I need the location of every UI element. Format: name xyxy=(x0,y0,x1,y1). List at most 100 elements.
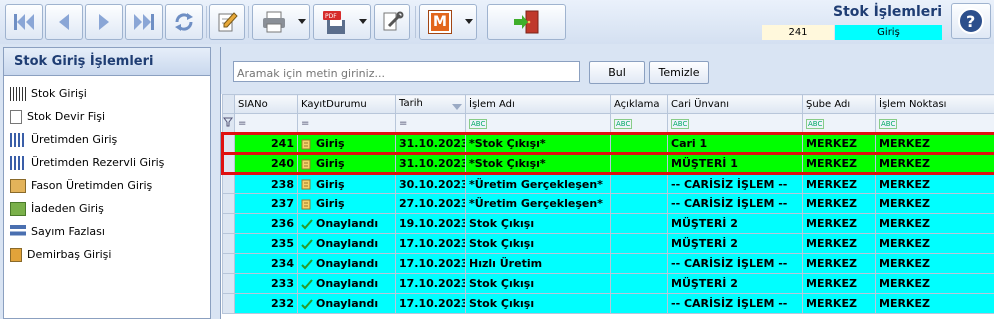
column-header-islem-noktasi[interactable]: İşlem Noktası xyxy=(875,94,994,114)
tools-button[interactable] xyxy=(374,4,410,40)
filter-cell-tarih[interactable]: = xyxy=(395,113,466,134)
table-row[interactable]: 238 Giriş 30.10.2023 *Üretim Gerçekleşen* --… xyxy=(222,173,994,194)
cell-aciklama[interactable] xyxy=(610,213,668,234)
cell-kayit-durumu[interactable]: Giriş xyxy=(297,193,396,214)
cell-tarih[interactable]: 17.10.2023 xyxy=(395,293,466,314)
row-indicator[interactable] xyxy=(222,173,235,194)
row-indicator[interactable] xyxy=(222,193,235,214)
cell-cari-unvani[interactable]: -- CARİSİZ İŞLEM -- xyxy=(667,293,803,314)
column-header-aciklama[interactable]: Açıklama xyxy=(610,94,668,114)
cell-aciklama[interactable] xyxy=(610,132,668,155)
column-header-cari-unvani[interactable]: Cari Ünvanı xyxy=(667,94,803,114)
pdf-save-button[interactable]: PDF xyxy=(313,4,371,40)
cell-islem-adi[interactable]: *Stok Çıkışı* xyxy=(465,132,611,155)
filter-cell-sia-no[interactable]: = xyxy=(234,113,298,134)
cell-sube-adi[interactable]: MERKEZ xyxy=(802,233,876,254)
find-button[interactable]: Bul xyxy=(589,61,645,84)
filter-icon[interactable] xyxy=(222,113,235,134)
table-row[interactable]: 237 Giriş 27.10.2023 *Üretim Gerçekleşen* --… xyxy=(222,193,994,214)
table-row[interactable]: 241 Giriş 31.10.2023 *Stok Çıkışı* Cari 1 MER… xyxy=(221,132,994,155)
cell-sia-no[interactable]: 241 xyxy=(234,132,298,155)
cell-islem-noktasi[interactable]: MERKEZ xyxy=(875,193,994,214)
cell-cari-unvani[interactable]: -- CARİSİZ İŞLEM -- xyxy=(667,253,803,274)
cell-tarih[interactable]: 17.10.2023 xyxy=(395,253,466,274)
row-indicator[interactable] xyxy=(221,152,235,175)
cell-islem-noktasi[interactable]: MERKEZ xyxy=(875,253,994,274)
help-button[interactable]: ? xyxy=(951,3,991,39)
clear-button[interactable]: Temizle xyxy=(649,61,709,84)
cell-sube-adi[interactable]: MERKEZ xyxy=(802,152,876,175)
cell-islem-adi[interactable]: Stok Çıkışı xyxy=(465,273,611,294)
cell-kayit-durumu[interactable]: Giriş xyxy=(297,132,396,155)
sidebar-item-iadeden-giris[interactable]: İadeden Giriş xyxy=(4,197,210,220)
row-indicator[interactable] xyxy=(222,253,235,274)
cell-sia-no[interactable]: 238 xyxy=(234,173,298,194)
cell-sia-no[interactable]: 237 xyxy=(234,193,298,214)
cell-sia-no[interactable]: 236 xyxy=(234,213,298,234)
cell-islem-adi[interactable]: *Üretim Gerçekleşen* xyxy=(465,173,611,194)
cell-cari-unvani[interactable]: MÜŞTERİ 2 xyxy=(667,233,803,254)
cell-islem-noktasi[interactable]: MERKEZ xyxy=(875,293,994,314)
cell-cari-unvani[interactable]: MÜŞTERİ 2 xyxy=(667,273,803,294)
cell-sube-adi[interactable]: MERKEZ xyxy=(802,132,876,155)
refresh-button[interactable] xyxy=(165,4,203,40)
filter-cell-kayit-durumu[interactable]: = xyxy=(297,113,396,134)
print-button[interactable] xyxy=(252,4,310,40)
cell-sube-adi[interactable]: MERKEZ xyxy=(802,213,876,234)
previous-record-button[interactable] xyxy=(45,4,83,40)
sidebar-item-sayim-fazlasi[interactable]: Sayım Fazlası xyxy=(4,220,210,243)
cell-tarih[interactable]: 17.10.2023 xyxy=(395,273,466,294)
cell-islem-adi[interactable]: Hızlı Üretim xyxy=(465,253,611,274)
sidebar-item-uretimden-giris[interactable]: Üretimden Giriş xyxy=(4,128,210,151)
column-header-tarih[interactable]: Tarih xyxy=(395,94,466,114)
table-row[interactable]: 236 Onaylandı 19.10.2023 Stok Çıkışı MÜŞTERİ… xyxy=(222,213,994,234)
cell-aciklama[interactable] xyxy=(610,293,668,314)
sidebar-item-uretimden-rezervli-giris[interactable]: Üretimden Rezervli Giriş xyxy=(4,151,210,174)
cell-tarih[interactable]: 30.10.2023 xyxy=(395,173,466,194)
cell-islem-noktasi[interactable]: MERKEZ xyxy=(875,152,994,175)
cell-tarih[interactable]: 27.10.2023 xyxy=(395,193,466,214)
cell-kayit-durumu[interactable]: Onaylandı xyxy=(297,213,396,234)
cell-aciklama[interactable] xyxy=(610,193,668,214)
cell-sube-adi[interactable]: MERKEZ xyxy=(802,193,876,214)
table-row[interactable]: 233 Onaylandı 17.10.2023 Stok Çıkışı MÜŞTERİ… xyxy=(222,273,994,294)
row-indicator[interactable] xyxy=(222,273,235,294)
search-input[interactable] xyxy=(233,61,580,82)
last-record-button[interactable] xyxy=(125,4,163,40)
cell-cari-unvani[interactable]: -- CARİSİZ İŞLEM -- xyxy=(667,193,803,214)
filter-cell-islem-noktasi[interactable]: ABC xyxy=(875,113,994,134)
cell-islem-adi[interactable]: *Üretim Gerçekleşen* xyxy=(465,193,611,214)
cell-islem-noktasi[interactable]: MERKEZ xyxy=(875,173,994,194)
chevron-down-icon[interactable] xyxy=(298,19,306,24)
cell-cari-unvani[interactable]: MÜŞTERİ 1 xyxy=(667,152,803,175)
cell-kayit-durumu[interactable]: Giriş xyxy=(297,173,396,194)
cell-aciklama[interactable] xyxy=(610,152,668,175)
sidebar-item-stok-devir-fisi[interactable]: Stok Devir Fişi xyxy=(4,105,210,128)
cell-aciklama[interactable] xyxy=(610,253,668,274)
filter-cell-islem-adi[interactable]: ABC xyxy=(465,113,611,134)
cell-sube-adi[interactable]: MERKEZ xyxy=(802,173,876,194)
row-indicator[interactable] xyxy=(222,233,235,254)
exit-button[interactable] xyxy=(487,4,566,40)
cell-sube-adi[interactable]: MERKEZ xyxy=(802,253,876,274)
cell-cari-unvani[interactable]: MÜŞTERİ 2 xyxy=(667,213,803,234)
cell-islem-adi[interactable]: *Stok Çıkışı* xyxy=(465,152,611,175)
cell-tarih[interactable]: 19.10.2023 xyxy=(395,213,466,234)
cell-kayit-durumu[interactable]: Onaylandı xyxy=(297,293,396,314)
cell-aciklama[interactable] xyxy=(610,173,668,194)
cell-tarih[interactable]: 31.10.2023 xyxy=(395,132,466,155)
table-row[interactable]: 234 Onaylandı 17.10.2023 Hızlı Üretim -- CAR… xyxy=(222,253,994,274)
cell-islem-noktasi[interactable]: MERKEZ xyxy=(875,213,994,234)
sidebar-item-stok-girisi[interactable]: Stok Girişi xyxy=(4,82,210,105)
cell-kayit-durumu[interactable]: Giriş xyxy=(297,152,396,175)
next-record-button[interactable] xyxy=(85,4,123,40)
filter-cell-sube-adi[interactable]: ABC xyxy=(802,113,876,134)
sidebar-item-fason-uretimden-giris[interactable]: Fason Üretimden Giriş xyxy=(4,174,210,197)
row-indicator[interactable] xyxy=(221,132,235,155)
column-header-kayit-durumu[interactable]: KayıtDurumu xyxy=(297,94,396,114)
cell-sia-no[interactable]: 235 xyxy=(234,233,298,254)
row-indicator[interactable] xyxy=(222,213,235,234)
cell-tarih[interactable]: 31.10.2023 xyxy=(395,152,466,175)
row-indicator[interactable] xyxy=(222,293,235,314)
filter-cell-cari-unvani[interactable]: ABC xyxy=(667,113,803,134)
